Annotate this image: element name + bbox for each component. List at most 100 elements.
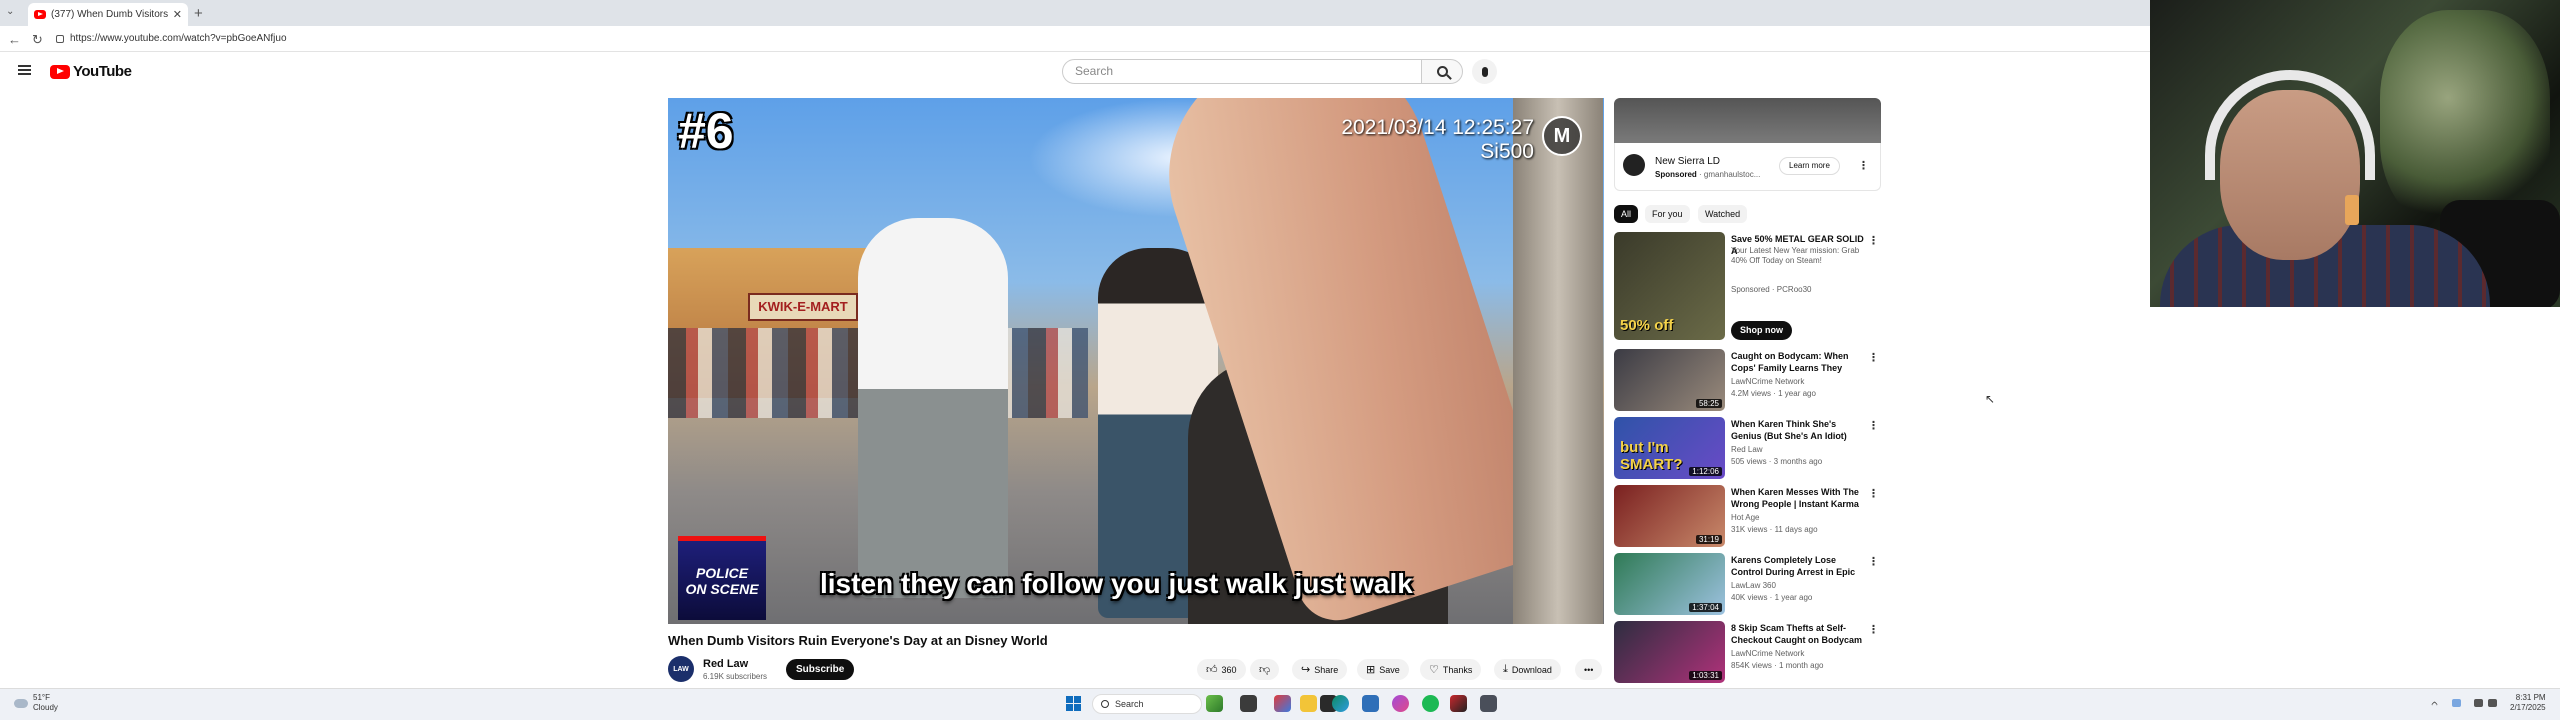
url-text: https://www.youtube.com/watch?v=pbGoeANf…	[70, 33, 287, 44]
video-duration: 1:37:04	[1689, 603, 1722, 612]
video-frame-person	[858, 218, 1008, 598]
video-caption: listen they can follow you just walk jus…	[820, 568, 1413, 599]
save-button[interactable]: ⊞ Save	[1357, 659, 1409, 680]
download-button[interactable]: ⤓ Download	[1494, 659, 1561, 680]
recommendation-meta: 4.2M views · 1 year ago	[1731, 389, 1816, 398]
system-clock[interactable]: 8:31 PM 2/17/2025	[2510, 693, 2546, 713]
recommendation-more-icon[interactable]: ⋮	[1868, 351, 1879, 364]
recommendation-card[interactable]: but I'm SMART? 1:12:06 When Karen Think …	[1614, 417, 1884, 481]
tab-menu-icon[interactable]: ⌄	[6, 6, 14, 17]
ad-title[interactable]: New Sierra LD	[1655, 156, 1720, 167]
volume-icon[interactable]	[2488, 699, 2497, 707]
taskbar-app-icon[interactable]	[1240, 695, 1257, 712]
taskbar-search[interactable]: Search	[1092, 694, 1202, 714]
like-count: 360	[1221, 664, 1237, 675]
chip-all[interactable]: All	[1614, 205, 1639, 223]
recommendation-more-icon[interactable]: ⋮	[1868, 487, 1879, 500]
recommendation-channel[interactable]: LawLaw 360	[1731, 581, 1776, 590]
ad-banner[interactable]	[1614, 98, 1881, 143]
recommendation-channel[interactable]: Hot Age	[1731, 513, 1759, 522]
recommendation-channel[interactable]: Red Law	[1731, 445, 1763, 454]
police-on-scene-badge: POLICE ON SCENE	[678, 536, 766, 620]
recommendation-channel[interactable]: Your Latest New Year mission: Grab 40% O…	[1731, 246, 1866, 266]
video-duration: 1:03:31	[1689, 671, 1722, 680]
recommendation-meta: 31K views · 11 days ago	[1731, 525, 1818, 534]
learn-more-button[interactable]: Learn more	[1779, 157, 1840, 175]
spotify-icon[interactable]	[1422, 695, 1439, 712]
recommendation-card[interactable]: 1:03:31 8 Skip Scam Thefts at Self-Check…	[1614, 621, 1884, 685]
search-input[interactable]: Search	[1062, 59, 1422, 84]
voice-search-button[interactable]	[1472, 59, 1497, 84]
ad-avatar[interactable]	[1623, 154, 1645, 176]
recommendation-more-icon[interactable]: ⋮	[1868, 623, 1879, 636]
recommendation-channel[interactable]: LawNCrime Network	[1731, 377, 1804, 386]
recommendation-title[interactable]: Caught on Bodycam: When Cops' Family Lea…	[1731, 350, 1866, 374]
taskbar-app-icon[interactable]	[1206, 695, 1223, 712]
recommendation-title[interactable]: When Karen Think She's Genius (But She's…	[1731, 418, 1866, 442]
bodycam-timestamp: 2021/03/14 12:25:27 Si500	[1341, 116, 1534, 164]
video-player[interactable]: KWIK-E-MART #6 2021/03/14 12:25:27 Si500…	[668, 98, 1604, 624]
temperature: 51°F	[33, 693, 50, 702]
reload-icon[interactable]: ↻	[32, 32, 43, 48]
chip-for-you[interactable]: For you	[1645, 205, 1690, 223]
badge-line-2: ON SCENE	[685, 580, 759, 597]
chip-watched[interactable]: Watched	[1698, 205, 1748, 223]
browser-tab[interactable]: (377) When Dumb Visitors Ru ✕	[28, 3, 188, 26]
thumbs-down-icon: 👎︎	[1259, 664, 1271, 676]
channel-name[interactable]: Red Law	[703, 658, 748, 670]
recommendation-title[interactable]: Karens Completely Lose Control During Ar…	[1731, 554, 1866, 578]
taskbar-app-icon[interactable]	[1274, 695, 1291, 712]
taskbar-app-icon[interactable]	[1392, 695, 1409, 712]
video-duration: 58:25	[1695, 399, 1722, 408]
recommendation-thumbnail[interactable]: 50% off	[1614, 232, 1725, 340]
url-field[interactable]: https://www.youtube.com/watch?v=pbGoeANf…	[56, 31, 1556, 47]
recommendation-card[interactable]: 31:19 When Karen Messes With The Wrong P…	[1614, 485, 1884, 549]
ad-info-panel	[1614, 143, 1881, 191]
recommendation-more-icon[interactable]: ⋮	[1868, 419, 1879, 432]
back-icon[interactable]: ←	[8, 32, 21, 47]
weather-widget[interactable]: 51°F Cloudy	[14, 693, 58, 713]
download-label: Download	[1511, 664, 1552, 675]
windows-start-icon[interactable]	[1066, 696, 1081, 711]
new-tab-icon[interactable]: +	[194, 5, 203, 22]
recommendation-meta: 40K views · 1 year ago	[1731, 593, 1813, 602]
recommendation-more-icon[interactable]: ⋮	[1868, 555, 1879, 568]
recommendation-title[interactable]: 8 Skip Scam Thefts at Self-Checkout Caug…	[1731, 622, 1866, 646]
edge-browser-icon[interactable]	[1332, 695, 1349, 712]
webcam-lighter	[2345, 195, 2359, 225]
search-icon	[1436, 66, 1448, 77]
save-label: Save	[1379, 664, 1400, 675]
recommendation-channel[interactable]: LawNCrime Network	[1731, 649, 1804, 658]
recommendation-title[interactable]: When Karen Messes With The Wrong People …	[1731, 486, 1866, 510]
more-actions-button[interactable]: •••	[1575, 659, 1603, 680]
taskbar-app-icon[interactable]	[1480, 695, 1497, 712]
recommendation-thumbnail[interactable]: 1:03:31	[1614, 621, 1725, 683]
wifi-icon[interactable]	[2474, 699, 2483, 707]
tab-close-icon[interactable]: ✕	[173, 8, 182, 21]
recommendation-card[interactable]: 1:37:04 Karens Completely Lose Control D…	[1614, 553, 1884, 617]
share-button[interactable]: ↪ Share	[1292, 659, 1348, 680]
site-info-icon[interactable]	[56, 35, 64, 43]
recommendation-meta: 505 views · 3 months ago	[1731, 457, 1823, 466]
tray-app-icon[interactable]	[2452, 699, 2461, 707]
subscribe-button[interactable]: Subscribe	[786, 659, 855, 680]
taskbar-app-icon[interactable]	[1450, 695, 1467, 712]
youtube-logo[interactable]: YouTube	[50, 63, 132, 80]
dislike-button[interactable]: 👎︎	[1250, 659, 1280, 680]
file-explorer-icon[interactable]	[1300, 695, 1317, 712]
ad-more-icon[interactable]: ⋮	[1858, 159, 1869, 172]
recommendation-thumbnail[interactable]: 1:37:04	[1614, 553, 1725, 615]
search-button[interactable]	[1421, 59, 1463, 84]
menu-icon[interactable]	[18, 65, 31, 75]
channel-avatar[interactable]: LAW	[668, 656, 694, 682]
recommendation-thumbnail[interactable]: but I'm SMART? 1:12:06	[1614, 417, 1725, 479]
recommendation-more-icon[interactable]: ⋮	[1868, 234, 1879, 247]
shop-now-button[interactable]: Shop now	[1731, 321, 1792, 340]
thanks-button[interactable]: ♡ Thanks	[1420, 659, 1482, 680]
ad-sponsored-label: Sponsored	[1655, 170, 1697, 179]
recommendation-card[interactable]: 58:25 Caught on Bodycam: When Cops' Fami…	[1614, 349, 1884, 413]
recommendation-thumbnail[interactable]: 58:25	[1614, 349, 1725, 411]
taskbar-app-icon[interactable]	[1362, 695, 1379, 712]
like-button[interactable]: 👍︎ 360	[1197, 659, 1246, 680]
recommendation-thumbnail[interactable]: 31:19	[1614, 485, 1725, 547]
